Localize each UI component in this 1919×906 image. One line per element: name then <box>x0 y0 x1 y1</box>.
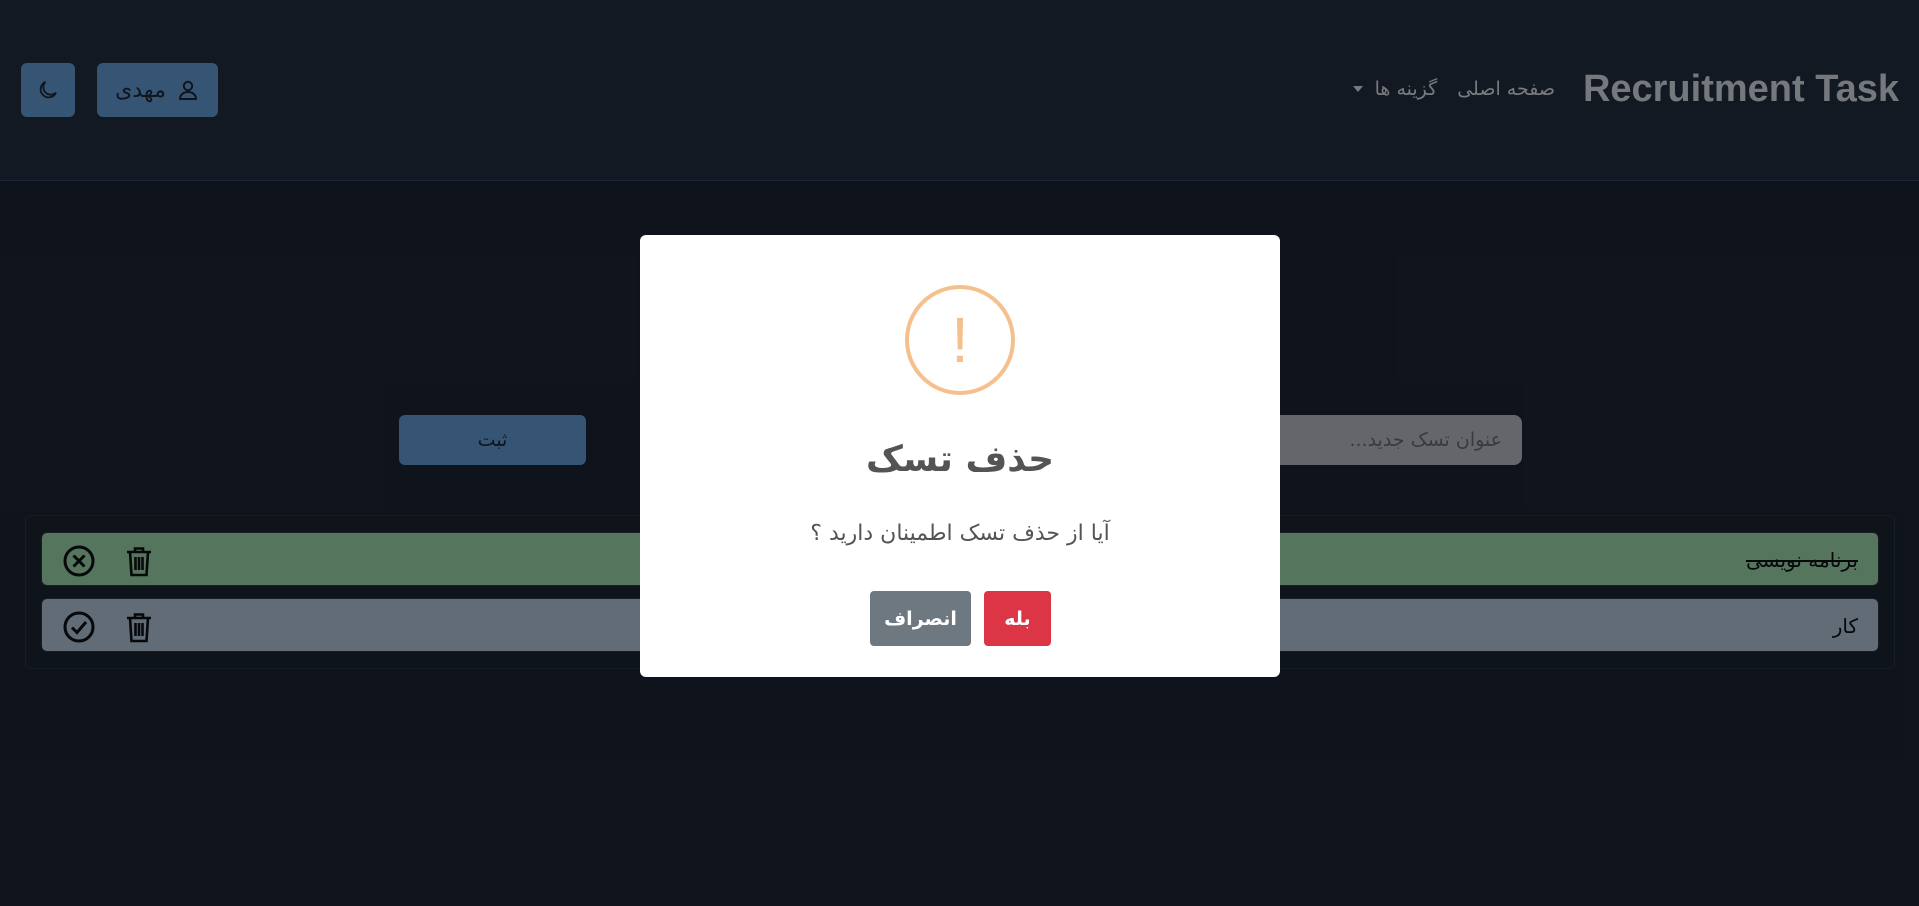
confirm-delete-button[interactable]: بله <box>984 591 1051 646</box>
warning-icon: ! <box>905 285 1015 395</box>
delete-confirm-dialog: ! حذف تسک آیا از حذف تسک اطمینان دارید ؟… <box>640 235 1280 677</box>
cancel-button[interactable]: انصراف <box>870 591 971 646</box>
dialog-title: حذف تسک <box>865 439 1055 480</box>
dialog-message: آیا از حذف تسک اطمینان دارید ؟ <box>810 521 1110 546</box>
